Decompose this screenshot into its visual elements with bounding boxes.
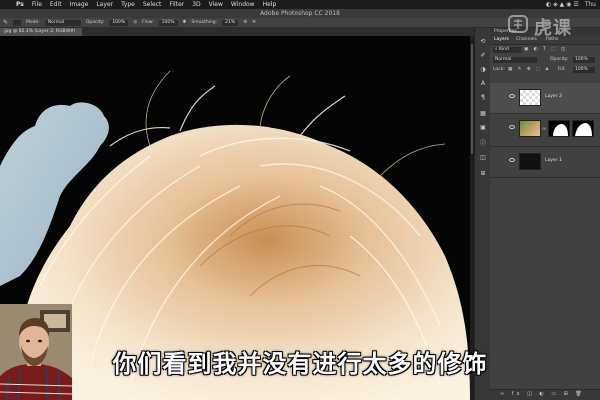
visibility-eye-icon[interactable] xyxy=(509,158,515,162)
kind-label: Kind xyxy=(498,47,509,52)
fill-label: Fill: xyxy=(558,67,566,72)
opacity-label: Opacity: xyxy=(550,57,569,62)
mask-shape xyxy=(553,124,568,136)
swatches-icon[interactable]: ▦ xyxy=(478,110,488,117)
layer-fill-field[interactable]: 100% xyxy=(573,67,595,73)
menu-help[interactable]: Help xyxy=(259,0,281,9)
layer-mask-thumbnail-2[interactable] xyxy=(572,120,594,137)
mask-shape xyxy=(575,123,592,136)
visibility-eye-icon[interactable] xyxy=(509,94,515,98)
opacity-label: Opacity: xyxy=(85,19,105,25)
visibility-eye-icon[interactable] xyxy=(509,125,515,129)
mode-select[interactable]: Normal xyxy=(44,19,81,26)
smoothing-options-icon[interactable]: ⚙ xyxy=(243,18,247,28)
document-tab-bar: .jpg @ 82.1% (Layer 2, RGB/8#) xyxy=(0,28,474,36)
paragraph-icon[interactable]: ¶ xyxy=(478,94,488,101)
smoothing-label: Smoothing: xyxy=(191,19,218,25)
menu-edit[interactable]: Edit xyxy=(46,0,66,9)
layer-name[interactable]: Layer 2 xyxy=(545,94,562,99)
filter-icons[interactable]: ▣ ◐ T ⬚ ◫ xyxy=(524,46,567,54)
lock-label: Lock: xyxy=(493,67,505,72)
menu-bar: Ps File Edit Image Layer Type Select Fil… xyxy=(0,0,600,9)
styles-icon[interactable]: ▣ xyxy=(478,124,488,131)
brush-size-field[interactable] xyxy=(13,19,22,26)
window-title: Adobe Photoshop CC 2018 xyxy=(260,10,340,17)
airbrush-icon[interactable]: ✱ xyxy=(183,18,187,28)
menu-items: Ps File Edit Image Layer Type Select Fil… xyxy=(12,0,280,9)
lock-icons[interactable]: ▦ ✎ ✥ ⬚ 🔒︎ xyxy=(508,66,550,74)
menubar-status: ◐ ◈ ▲ ◉ ☰ Thu xyxy=(546,0,596,9)
mode-label: Mode: xyxy=(26,19,40,25)
layer-opacity-field[interactable]: 100% xyxy=(573,57,595,63)
blend-mode-select[interactable]: Normal xyxy=(493,57,537,63)
menu-file[interactable]: File xyxy=(28,0,46,9)
character-icon[interactable]: A xyxy=(478,80,488,87)
watermark-logo: 虎课 xyxy=(506,12,596,39)
layers-panel-footer: ∞ fx ◫ ◐ ▭ ⊞ 🗑︎ xyxy=(490,389,600,400)
flow-field[interactable]: 100% xyxy=(158,19,178,26)
menu-layer[interactable]: Layer xyxy=(92,0,117,9)
kind-filter-select[interactable]: ⌕ Kind xyxy=(493,47,521,53)
video-subtitle: 你们看到我并没有进行太多的修饰 xyxy=(112,350,488,378)
opacity-field[interactable]: 100% xyxy=(109,19,129,26)
menu-filter[interactable]: Filter xyxy=(165,0,188,9)
chain-link-icon[interactable]: ∞ xyxy=(542,126,546,132)
scrollbar-thumb[interactable] xyxy=(471,44,473,154)
info-icon[interactable]: ⓘ xyxy=(478,140,488,147)
adjustments-icon[interactable]: ◑ xyxy=(478,66,488,73)
lock-row: Lock: ▦ ✎ ✥ ⬚ 🔒︎ Fill: 100% xyxy=(490,66,600,74)
footer-icons[interactable]: ∞ fx ◫ ◐ ▭ ⊞ 🗑︎ xyxy=(500,391,585,397)
layer-row-layer-1[interactable]: Layer 1 xyxy=(490,147,600,178)
watermark-text: 虎课 xyxy=(534,18,572,39)
layer-thumbnail xyxy=(519,153,541,170)
blend-row: Normal Opacity: 100% xyxy=(490,56,600,64)
libraries-icon[interactable]: ⊞ xyxy=(478,170,488,177)
menu-ps[interactable]: Ps xyxy=(12,0,28,9)
layer-thumbnail xyxy=(519,89,541,106)
document-tab-label: .jpg @ 82.1% (Layer 2, RGB/8#) xyxy=(3,29,76,34)
layer-row-layer-2[interactable]: Layer 2 xyxy=(490,83,600,114)
layer-row-hair[interactable]: ∞ xyxy=(490,114,600,147)
symmetry-icon[interactable]: ✲ xyxy=(252,18,256,28)
brush-settings-icon[interactable]: ✐ xyxy=(478,52,488,59)
menu-select[interactable]: Select xyxy=(139,0,166,9)
menu-window[interactable]: Window xyxy=(227,0,259,9)
menu-image[interactable]: Image xyxy=(66,0,93,9)
menu-type[interactable]: Type xyxy=(117,0,139,9)
pressure-opacity-icon[interactable]: ◎ xyxy=(133,18,137,28)
history-icon[interactable]: ⟲ xyxy=(478,38,488,45)
tiger-logo-icon xyxy=(508,15,528,33)
menu-3d[interactable]: 3D xyxy=(188,0,204,9)
brush-tool-icon[interactable]: ✎ xyxy=(3,18,8,28)
flow-label: Flow: xyxy=(142,19,154,25)
layer-filter-row: ⌕ Kind ▣ ◐ T ⬚ ◫ xyxy=(490,46,600,54)
document-tab[interactable]: .jpg @ 82.1% (Layer 2, RGB/8#) xyxy=(0,28,82,36)
layer-thumbnail xyxy=(519,120,541,137)
tab-layers[interactable]: Layers xyxy=(490,36,513,44)
navigator-icon[interactable]: ◫ xyxy=(478,154,488,161)
layer-mask-thumbnail[interactable] xyxy=(548,120,570,137)
menu-view[interactable]: View xyxy=(205,0,227,9)
clock[interactable]: Thu xyxy=(585,0,596,9)
layer-name[interactable]: Layer 1 xyxy=(545,158,562,163)
status-icons[interactable]: ◐ ◈ ▲ ◉ ☰ xyxy=(546,0,579,9)
smoothing-field[interactable]: 21% xyxy=(222,19,239,26)
